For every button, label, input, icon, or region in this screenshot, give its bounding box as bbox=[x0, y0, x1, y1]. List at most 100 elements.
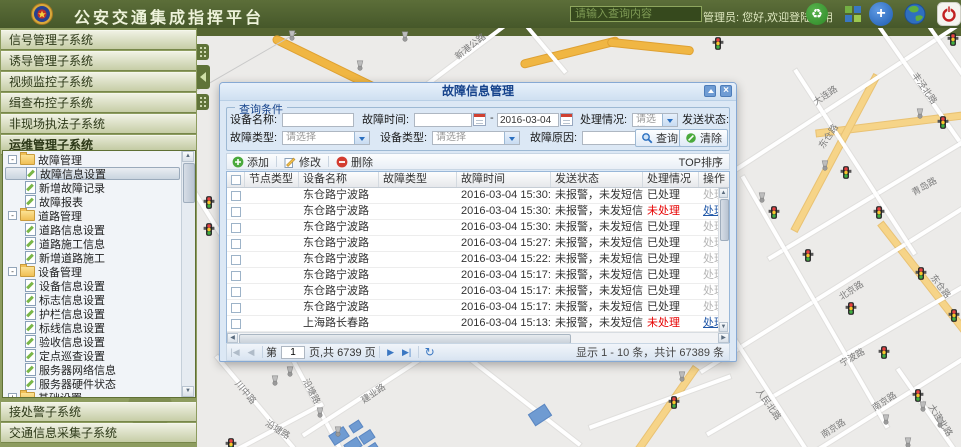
tree-item[interactable]: 道路信息设置 bbox=[5, 223, 180, 236]
power-icon[interactable] bbox=[937, 2, 959, 24]
row-checkbox[interactable] bbox=[231, 271, 241, 281]
fault-time-end-input[interactable] bbox=[497, 113, 559, 127]
table-row[interactable]: 东仓路宁波路2016-03-04 15:17:01未报警，未发短信已处理处理 bbox=[227, 268, 719, 284]
column-header-5[interactable]: 发送状态 bbox=[551, 172, 643, 187]
scroll-left-icon[interactable]: ◀ bbox=[227, 333, 238, 343]
scrollbar-thumb[interactable] bbox=[183, 163, 195, 203]
scroll-down-icon[interactable]: ▼ bbox=[719, 322, 728, 332]
chevron-down-icon[interactable] bbox=[662, 114, 677, 126]
clear-button[interactable]: 清除 bbox=[679, 129, 728, 147]
tree-item[interactable]: -设备管理 bbox=[5, 265, 180, 278]
camera-icon[interactable] bbox=[315, 407, 325, 421]
traffic-signal-icon[interactable] bbox=[845, 302, 857, 318]
tree-item[interactable]: -道路管理 bbox=[5, 209, 180, 222]
camera-icon[interactable] bbox=[355, 60, 365, 74]
tree-item[interactable]: 护栏信息设置 bbox=[5, 307, 180, 320]
column-header-2[interactable]: 设备名称 bbox=[299, 172, 379, 187]
traffic-signal-icon[interactable] bbox=[668, 396, 680, 412]
camera-icon[interactable] bbox=[270, 375, 280, 389]
tree-item[interactable]: 标志信息设置 bbox=[5, 293, 180, 306]
query-button[interactable]: 查询 bbox=[635, 129, 684, 147]
column-header-6[interactable]: 处理情况 bbox=[643, 172, 699, 187]
tree-item[interactable]: 新增故障记录 bbox=[5, 181, 180, 194]
row-checkbox[interactable] bbox=[231, 319, 241, 329]
camera-icon[interactable] bbox=[881, 414, 891, 428]
globe-icon[interactable] bbox=[903, 2, 925, 24]
sidebar-panel-0[interactable]: 信号管理子系统 bbox=[1, 30, 196, 50]
tree-item[interactable]: 标线信息设置 bbox=[5, 321, 180, 334]
tree-expander-icon[interactable]: + bbox=[8, 393, 17, 397]
next-page-button[interactable]: ▶ bbox=[383, 347, 399, 358]
calendar-icon[interactable] bbox=[473, 113, 486, 126]
top-sort-button[interactable]: TOP排序 bbox=[679, 154, 723, 170]
chevron-down-icon[interactable] bbox=[354, 132, 369, 144]
traffic-signal-icon[interactable] bbox=[948, 309, 960, 325]
prev-page-button[interactable]: ◀ bbox=[243, 347, 259, 358]
chevron-down-icon[interactable] bbox=[504, 132, 519, 144]
sidebar-panel-2[interactable]: 视频监控子系统 bbox=[1, 72, 196, 92]
handle-status-select[interactable]: 请选择 bbox=[632, 113, 678, 127]
table-row[interactable]: 东仓路宁波路2016-03-04 15:30:00未报警，未发短信已处理处理 bbox=[227, 220, 719, 236]
tree-item[interactable]: 设备信息设置 bbox=[5, 279, 180, 292]
fault-type-select[interactable]: 请选择 bbox=[282, 131, 370, 145]
row-checkbox[interactable] bbox=[231, 223, 241, 233]
scrollbar-thumb[interactable] bbox=[720, 199, 729, 241]
tiles-icon[interactable] bbox=[845, 6, 861, 22]
sidebar-panel-bottom-0[interactable]: 接处警子系统 bbox=[1, 402, 196, 422]
traffic-signal-icon[interactable] bbox=[203, 196, 215, 212]
edit-button[interactable]: 修改 bbox=[279, 154, 326, 169]
traffic-signal-icon[interactable] bbox=[937, 116, 949, 132]
scroll-up-icon[interactable]: ▲ bbox=[182, 151, 194, 162]
tree-expander-icon[interactable]: - bbox=[8, 155, 17, 164]
tree-item[interactable]: 故障报表 bbox=[5, 195, 180, 208]
tree-scrollbar[interactable]: ▲ ▼ bbox=[181, 151, 195, 397]
device-type-select[interactable]: 请选择 bbox=[432, 131, 520, 145]
traffic-signal-icon[interactable] bbox=[712, 37, 724, 53]
table-vertical-scrollbar[interactable]: ▲ ▼ bbox=[718, 188, 729, 332]
recycle-icon[interactable]: ♻ bbox=[806, 3, 828, 25]
column-header-4[interactable]: 故障时间 bbox=[457, 172, 551, 187]
row-checkbox[interactable] bbox=[231, 255, 241, 265]
last-page-button[interactable]: ▶| bbox=[399, 347, 415, 358]
traffic-signal-icon[interactable] bbox=[873, 206, 885, 222]
plus-icon[interactable]: + bbox=[869, 2, 893, 26]
tree-expander-icon[interactable]: - bbox=[8, 211, 17, 220]
tree-item[interactable]: 定点巡查设置 bbox=[5, 349, 180, 362]
traffic-signal-icon[interactable] bbox=[840, 166, 852, 182]
sidebar-grip-icon[interactable] bbox=[197, 44, 209, 60]
camera-icon[interactable] bbox=[333, 426, 343, 440]
header-search-input[interactable] bbox=[570, 6, 702, 22]
delete-button[interactable]: 删除 bbox=[331, 154, 378, 169]
traffic-signal-icon[interactable] bbox=[768, 206, 780, 222]
traffic-signal-icon[interactable] bbox=[802, 249, 814, 265]
dialog-title-bar[interactable]: 故障信息管理 bbox=[220, 83, 736, 101]
close-dialog-icon[interactable]: × bbox=[720, 85, 732, 97]
scroll-right-icon[interactable]: ▶ bbox=[718, 333, 729, 343]
scroll-up-icon[interactable]: ▲ bbox=[719, 188, 728, 198]
tree-item[interactable]: 新增道路施工 bbox=[5, 251, 180, 264]
camera-icon[interactable] bbox=[400, 31, 410, 45]
tree-item[interactable]: -故障管理 bbox=[5, 153, 180, 166]
row-checkbox[interactable] bbox=[231, 303, 241, 313]
tree-item[interactable]: 服务器网络信息 bbox=[5, 363, 180, 376]
table-row[interactable]: 东仓路宁波路2016-03-04 15:22:50未报警，未发短信已处理处理 bbox=[227, 252, 719, 268]
tree-item[interactable]: 故障信息设置 bbox=[5, 167, 180, 180]
camera-icon[interactable] bbox=[903, 437, 913, 447]
traffic-signal-icon[interactable] bbox=[915, 267, 927, 283]
fault-time-start-input[interactable] bbox=[414, 113, 472, 127]
camera-icon[interactable] bbox=[820, 160, 830, 174]
sidebar-collapse-button[interactable] bbox=[197, 65, 210, 89]
page-number-input[interactable] bbox=[281, 346, 305, 359]
camera-icon[interactable] bbox=[287, 30, 297, 44]
row-checkbox[interactable] bbox=[231, 239, 241, 249]
row-checkbox[interactable] bbox=[231, 191, 241, 201]
camera-icon[interactable] bbox=[935, 417, 945, 431]
tree-item[interactable]: 服务器硬件状态 bbox=[5, 377, 180, 390]
calendar-icon[interactable] bbox=[560, 113, 573, 126]
table-row[interactable]: 东仓路宁波路2016-03-04 15:17:01未报警，未发短信已处理处理 bbox=[227, 300, 719, 316]
column-header-3[interactable]: 故障类型 bbox=[379, 172, 457, 187]
sidebar-panel-4[interactable]: 非现场执法子系统 bbox=[1, 114, 196, 134]
table-row[interactable]: 上海路长春路2016-03-04 15:13:45未报警，未发短信未处理处理 bbox=[227, 316, 719, 332]
traffic-signal-icon[interactable] bbox=[225, 438, 237, 447]
add-button[interactable]: 添加 bbox=[227, 154, 274, 169]
